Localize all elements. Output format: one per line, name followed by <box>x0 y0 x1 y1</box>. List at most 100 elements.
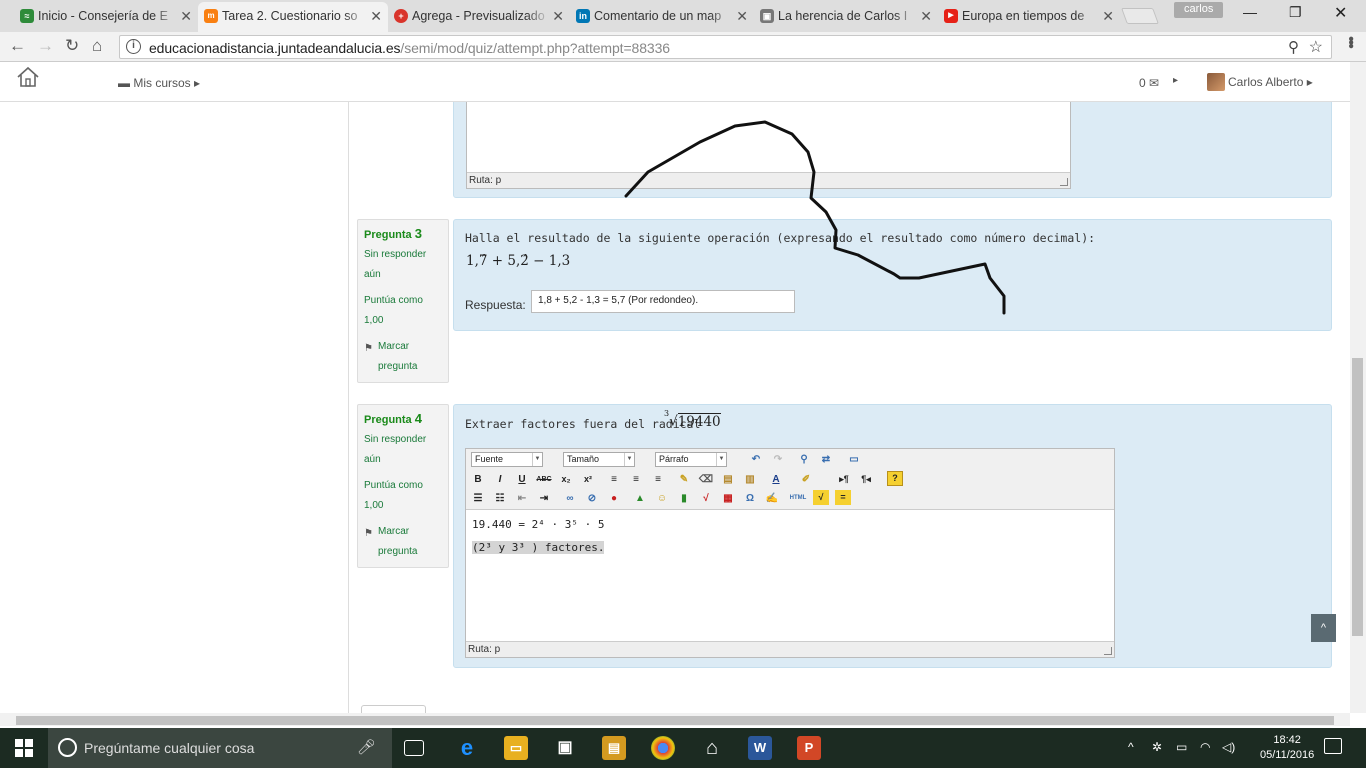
editor-line-2[interactable]: (2³ y 3³ ) factores. <box>472 541 605 554</box>
vertical-scroll-thumb[interactable] <box>1352 358 1363 636</box>
cortana-search[interactable]: Pregúntame cualquier cosa 🎤︎ <box>48 728 392 768</box>
profile-badge[interactable]: carlos <box>1174 2 1224 18</box>
back-icon[interactable]: ← <box>9 37 26 55</box>
replace-icon[interactable]: ⇄ <box>817 451 835 468</box>
close-icon[interactable]: ✕ <box>920 2 932 30</box>
close-icon[interactable]: ✕ <box>1102 2 1114 30</box>
align-left-icon[interactable]: ≡ <box>605 471 623 488</box>
image-insert-icon[interactable]: ▲ <box>631 490 649 507</box>
volume-icon[interactable]: ◁) <box>1222 740 1235 754</box>
help-icon[interactable]: ? <box>887 471 903 486</box>
powerpoint-icon[interactable]: P <box>797 736 821 760</box>
special-char-icon[interactable]: Ω <box>741 490 759 507</box>
info-icon[interactable]: i <box>126 39 141 54</box>
answer-input[interactable]: 1,8 + 5,2 - 1,3 = 5,7 (Por redondeo). <box>531 290 795 313</box>
restore-icon[interactable]: ❐ <box>1289 4 1302 21</box>
format-select[interactable]: Párrafo ▼ <box>655 452 727 467</box>
editor-line-1[interactable]: 19.440 = 2⁴ · 3⁵ · 5 <box>472 518 604 531</box>
microphone-icon[interactable]: 🎤︎ <box>357 738 376 756</box>
undo-icon[interactable]: ↶ <box>747 451 765 468</box>
minimize-icon[interactable]: — <box>1243 4 1257 20</box>
tab-agrega[interactable]: + Agrega - Previsualizado ✕ <box>388 2 570 32</box>
text-color-icon[interactable]: A <box>767 471 785 488</box>
chrome-icon[interactable] <box>651 736 675 760</box>
store-icon[interactable]: ▣ <box>553 736 577 760</box>
reload-icon[interactable]: ↻ <box>65 37 79 55</box>
rtl-icon[interactable]: ¶◂ <box>857 471 875 488</box>
close-icon[interactable]: ✕ <box>552 2 564 30</box>
html-icon[interactable]: HTML <box>789 490 807 507</box>
forward-icon[interactable]: → <box>37 37 54 55</box>
link-icon[interactable]: ∞ <box>561 490 579 507</box>
table-icon[interactable]: ▦ <box>719 490 737 507</box>
back-to-top-button[interactable]: ^ <box>1311 614 1336 642</box>
avatar[interactable] <box>1207 73 1225 91</box>
equation-icon[interactable]: √ <box>697 490 715 507</box>
unlink-icon[interactable]: ⊘ <box>583 490 601 507</box>
resize-handle[interactable] <box>1104 647 1112 655</box>
subscript-icon[interactable]: x₂ <box>557 471 575 488</box>
flag-question-link[interactable]: ⚑ Marcar pregunta <box>364 337 442 377</box>
italic-icon[interactable]: I <box>491 471 509 488</box>
tab-herencia[interactable]: ▣ La herencia de Carlos I ✕ <box>754 2 938 32</box>
home-icon[interactable]: ⌂ <box>92 37 102 55</box>
indent-icon[interactable]: ⇥ <box>535 490 553 507</box>
windows-start-icon[interactable] <box>14 738 34 758</box>
outdent-icon[interactable]: ⇤ <box>513 490 531 507</box>
edit-icon[interactable]: ✍ <box>763 490 781 507</box>
numbered-list-icon[interactable]: ☷ <box>491 490 509 507</box>
close-icon[interactable]: ✕ <box>370 2 382 30</box>
bold-icon[interactable]: B <box>469 471 487 488</box>
chevron-right-icon[interactable]: ▸ <box>1173 75 1178 86</box>
paste-word-icon[interactable]: ▥ <box>741 471 759 488</box>
file-explorer-icon[interactable]: ▭ <box>504 736 528 760</box>
paste-text-icon[interactable]: ▤ <box>719 471 737 488</box>
redo-icon[interactable]: ↷ <box>769 451 787 468</box>
close-icon[interactable]: ✕ <box>736 2 748 30</box>
media-icon[interactable]: ▮ <box>675 490 693 507</box>
font-select[interactable]: Fuente ▼ <box>471 452 543 467</box>
highlight-icon[interactable]: ✐ <box>797 471 815 488</box>
flag-question-link[interactable]: ⚑ Marcar pregunta <box>364 522 442 562</box>
spellcheck-icon[interactable]: √ <box>813 490 829 505</box>
bookmark-star-icon[interactable]: ☆ <box>1309 37 1323 57</box>
emoticon-icon[interactable]: ☺ <box>653 490 671 507</box>
notification-icon[interactable] <box>1324 738 1342 754</box>
strikethrough-icon[interactable]: ABC <box>535 471 553 488</box>
horizontal-scroll-thumb[interactable] <box>16 716 1334 725</box>
find-icon[interactable]: ⚲ <box>795 451 813 468</box>
zoom-icon[interactable]: ⚲ <box>1288 38 1299 56</box>
browser-menu-icon[interactable]: ••• <box>1342 36 1359 47</box>
resize-handle[interactable] <box>1060 178 1068 186</box>
clock[interactable]: 18:42 05/11/2016 <box>1260 733 1314 763</box>
q2-editor[interactable]: Ruta: p <box>466 102 1071 189</box>
clean-icon[interactable]: ✎ <box>675 471 693 488</box>
chevron-up-icon[interactable]: ^ <box>1128 740 1134 754</box>
url-field[interactable]: i educacionadistancia.juntadeandalucia.e… <box>119 35 1332 59</box>
close-window-icon[interactable]: ✕ <box>1334 3 1347 23</box>
align-center-icon[interactable]: ≡ <box>627 471 645 488</box>
fullscreen-icon[interactable]: ▭ <box>845 451 863 468</box>
mis-cursos-menu[interactable]: ▬ Mis cursos ▸ <box>118 76 200 90</box>
tab-tarea[interactable]: m Tarea 2. Cuestionario so ✕ <box>198 2 388 32</box>
align-right-icon[interactable]: ≡ <box>649 471 667 488</box>
nonbreaking-icon[interactable]: = <box>835 490 851 505</box>
size-select[interactable]: Tamaño ▼ <box>563 452 635 467</box>
battery-icon[interactable]: ▭ <box>1176 740 1187 754</box>
user-menu[interactable]: Carlos Alberto ▸ <box>1228 75 1313 89</box>
anchor-icon[interactable]: ● <box>605 490 623 507</box>
underline-icon[interactable]: U <box>513 471 531 488</box>
app-icon[interactable]: ▤ <box>602 736 626 760</box>
word-icon[interactable]: W <box>748 736 772 760</box>
bullet-list-icon[interactable]: ☰ <box>469 490 487 507</box>
close-icon[interactable]: ✕ <box>180 2 192 30</box>
settings-tray-icon[interactable]: ✲ <box>1152 740 1162 754</box>
task-view-icon[interactable] <box>404 740 424 756</box>
next-page-button[interactable] <box>361 705 426 713</box>
superscript-icon[interactable]: x² <box>579 471 597 488</box>
tab-inicio[interactable]: ≈ Inicio - Consejería de E ✕ <box>14 2 198 32</box>
ltr-icon[interactable]: ▸¶ <box>835 471 853 488</box>
wifi-tray-icon[interactable]: ◠ <box>1200 740 1210 754</box>
messages-menu[interactable]: 0 ✉ <box>1139 76 1159 90</box>
eraser-icon[interactable]: ⌫ <box>697 471 715 488</box>
